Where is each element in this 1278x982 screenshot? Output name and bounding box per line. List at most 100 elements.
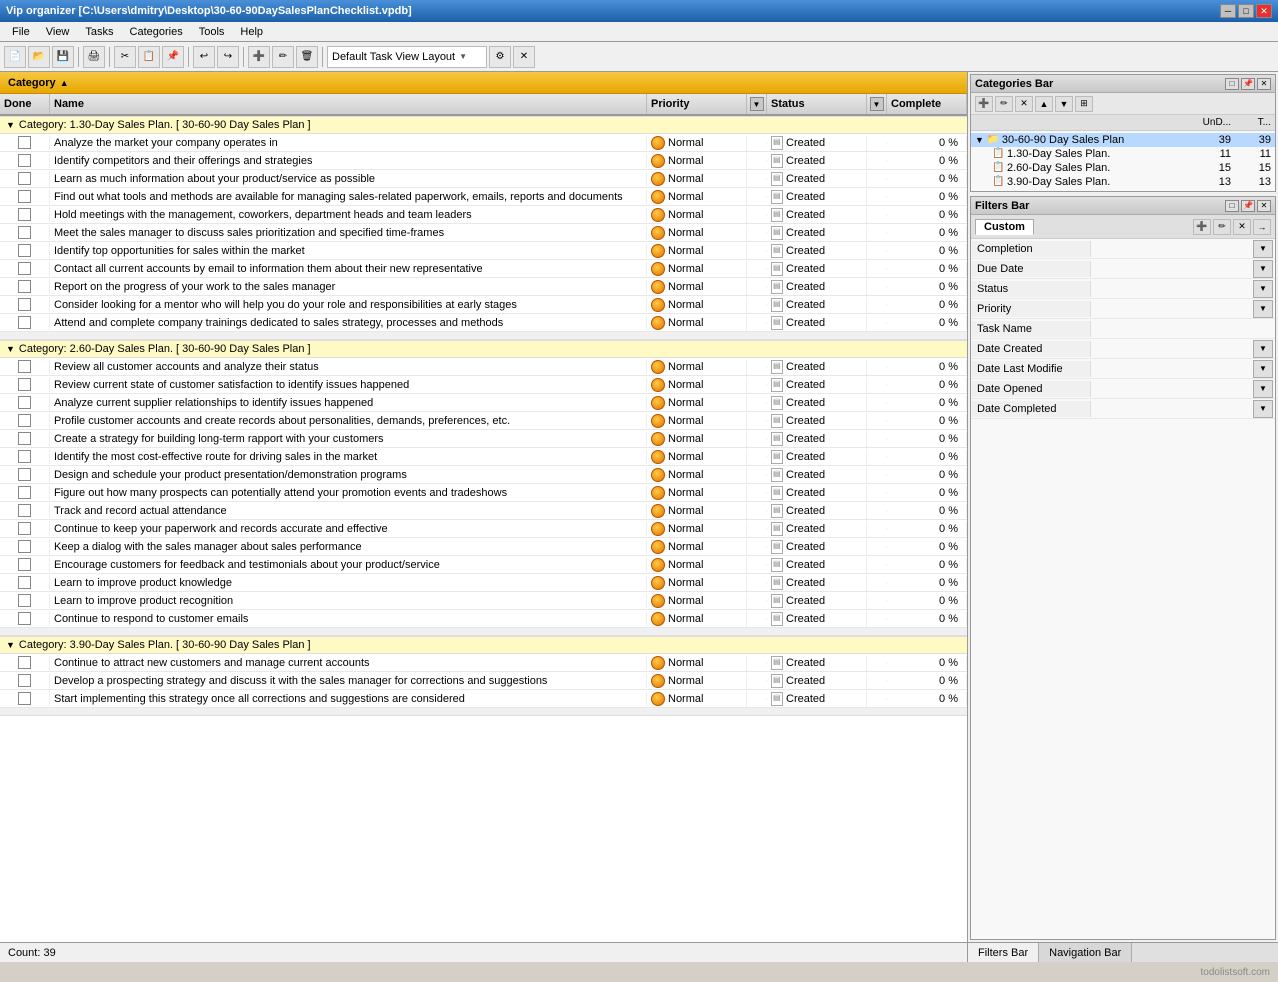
th-status-filter[interactable]: ▼ — [867, 94, 887, 114]
task-checkbox[interactable] — [18, 540, 31, 553]
task-checkbox[interactable] — [18, 522, 31, 535]
tb-add-btn[interactable]: ➕ — [248, 46, 270, 68]
filter-value-0[interactable] — [1091, 247, 1253, 251]
filter-dropdown-btn-3[interactable]: ▼ — [1253, 300, 1273, 318]
bottom-tab-0[interactable]: Filters Bar — [968, 943, 1039, 962]
task-checkbox[interactable] — [18, 576, 31, 589]
task-checkbox[interactable] — [18, 208, 31, 221]
tb-redo-btn[interactable]: ↪ — [217, 46, 239, 68]
table-row[interactable]: Track and record actual attendance Norma… — [0, 502, 967, 520]
table-row[interactable]: Identify competitors and their offerings… — [0, 152, 967, 170]
task-checkbox[interactable] — [18, 136, 31, 149]
filter-dropdown-btn-8[interactable]: ▼ — [1253, 400, 1273, 418]
task-checkbox[interactable] — [18, 594, 31, 607]
task-checkbox[interactable] — [18, 298, 31, 311]
table-row[interactable]: Learn as much information about your pro… — [0, 170, 967, 188]
tb-edit-btn[interactable]: ✏ — [272, 46, 294, 68]
cats-down-btn[interactable]: ▼ — [1055, 96, 1073, 112]
table-row[interactable]: Learn to improve product knowledge Norma… — [0, 574, 967, 592]
table-row[interactable]: Analyze the market your company operates… — [0, 134, 967, 152]
task-checkbox[interactable] — [18, 172, 31, 185]
menu-help[interactable]: Help — [232, 25, 271, 39]
task-checkbox[interactable] — [18, 226, 31, 239]
task-checkbox[interactable] — [18, 244, 31, 257]
category-group-header-0[interactable]: ▼Category: 1.30-Day Sales Plan. [ 30-60-… — [0, 116, 967, 134]
table-row[interactable]: Learn to improve product recognition Nor… — [0, 592, 967, 610]
filter-dropdown-btn-5[interactable]: ▼ — [1253, 340, 1273, 358]
cat-expand-icon[interactable]: ▼ — [6, 120, 15, 130]
cats-close-btn[interactable]: ✕ — [1257, 78, 1271, 90]
filter-dropdown-btn-1[interactable]: ▼ — [1253, 260, 1273, 278]
filter-dropdown-btn-0[interactable]: ▼ — [1253, 240, 1273, 258]
layout-dropdown[interactable]: Default Task View Layout ▼ — [327, 46, 487, 68]
category-group-header-2[interactable]: ▼Category: 3.90-Day Sales Plan. [ 30-60-… — [0, 636, 967, 654]
table-row[interactable]: Attend and complete company trainings de… — [0, 314, 967, 332]
task-checkbox[interactable] — [18, 316, 31, 329]
task-checkbox[interactable] — [18, 612, 31, 625]
cats-expand-btn[interactable]: ⊞ — [1075, 96, 1093, 112]
filter-tab-custom[interactable]: Custom — [975, 219, 1034, 235]
table-row[interactable]: Contact all current accounts by email to… — [0, 260, 967, 278]
tb-copy-btn[interactable]: 📋 — [138, 46, 160, 68]
menu-tasks[interactable]: Tasks — [77, 25, 121, 39]
filter-del-btn[interactable]: ✕ — [1233, 219, 1251, 235]
category-sort-header[interactable]: Category ▲ — [0, 72, 967, 94]
tb-paste-btn[interactable]: 📌 — [162, 46, 184, 68]
filter-dropdown-btn-6[interactable]: ▼ — [1253, 360, 1273, 378]
filter-dropdown-btn-7[interactable]: ▼ — [1253, 380, 1273, 398]
table-row[interactable]: Continue to keep your paperwork and reco… — [0, 520, 967, 538]
task-checkbox[interactable] — [18, 656, 31, 669]
th-priority-filter[interactable]: ▼ — [747, 94, 767, 114]
task-checkbox[interactable] — [18, 360, 31, 373]
table-row[interactable]: Profile customer accounts and create rec… — [0, 412, 967, 430]
table-row[interactable]: Design and schedule your product present… — [0, 466, 967, 484]
table-row[interactable]: Review all customer accounts and analyze… — [0, 358, 967, 376]
cats-edit-btn[interactable]: ✏ — [995, 96, 1013, 112]
menu-view[interactable]: View — [38, 25, 78, 39]
bottom-tab-1[interactable]: Navigation Bar — [1039, 943, 1132, 962]
filter-value-7[interactable] — [1091, 387, 1253, 391]
table-row[interactable]: Continue to attract new customers and ma… — [0, 654, 967, 672]
task-checkbox[interactable] — [18, 486, 31, 499]
filters-restore-btn[interactable]: □ — [1225, 200, 1239, 212]
tb-open-btn[interactable]: 📂 — [28, 46, 50, 68]
filter-value-5[interactable] — [1091, 347, 1253, 351]
task-checkbox[interactable] — [18, 190, 31, 203]
cats-tree-item[interactable]: 📋 3.90-Day Sales Plan. 13 13 — [971, 175, 1275, 189]
tb-delete-btn[interactable]: 🗑 — [296, 46, 318, 68]
cat-expand-icon[interactable]: ▼ — [6, 344, 15, 354]
table-row[interactable]: Analyze current supplier relationships t… — [0, 394, 967, 412]
minimize-button[interactable]: ─ — [1220, 4, 1236, 18]
filter-value-6[interactable] — [1091, 367, 1253, 371]
task-checkbox[interactable] — [18, 280, 31, 293]
filters-pin-btn[interactable]: 📌 — [1241, 200, 1255, 212]
filter-value-8[interactable] — [1091, 407, 1253, 411]
cat-expand-icon[interactable]: ▼ — [6, 640, 15, 650]
filter-value-4[interactable] — [1091, 327, 1253, 331]
table-row[interactable]: Identify the most cost-effective route f… — [0, 448, 967, 466]
task-checkbox[interactable] — [18, 378, 31, 391]
status-filter-btn[interactable]: ▼ — [870, 97, 884, 111]
tb-new-btn[interactable]: 📄 — [4, 46, 26, 68]
tb-undo-btn[interactable]: ↩ — [193, 46, 215, 68]
tb-print-btn[interactable]: 🖨 — [83, 46, 105, 68]
tb-del-layout-btn[interactable]: ✕ — [513, 46, 535, 68]
cats-restore-btn[interactable]: □ — [1225, 78, 1239, 90]
task-checkbox[interactable] — [18, 396, 31, 409]
table-row[interactable]: Encourage customers for feedback and tes… — [0, 556, 967, 574]
filter-value-2[interactable] — [1091, 287, 1253, 291]
menu-categories[interactable]: Categories — [122, 25, 191, 39]
task-checkbox[interactable] — [18, 692, 31, 705]
task-checkbox[interactable] — [18, 414, 31, 427]
filter-value-1[interactable] — [1091, 267, 1253, 271]
menu-tools[interactable]: Tools — [191, 25, 233, 39]
category-group-header-1[interactable]: ▼Category: 2.60-Day Sales Plan. [ 30-60-… — [0, 340, 967, 358]
table-row[interactable]: Continue to respond to customer emails N… — [0, 610, 967, 628]
table-row[interactable]: Start implementing this strategy once al… — [0, 690, 967, 708]
table-row[interactable]: Review current state of customer satisfa… — [0, 376, 967, 394]
task-checkbox[interactable] — [18, 558, 31, 571]
table-row[interactable]: Report on the progress of your work to t… — [0, 278, 967, 296]
table-row[interactable]: Find out what tools and methods are avai… — [0, 188, 967, 206]
cats-tree-item[interactable]: 📋 2.60-Day Sales Plan. 15 15 — [971, 161, 1275, 175]
cats-add-btn[interactable]: ➕ — [975, 96, 993, 112]
